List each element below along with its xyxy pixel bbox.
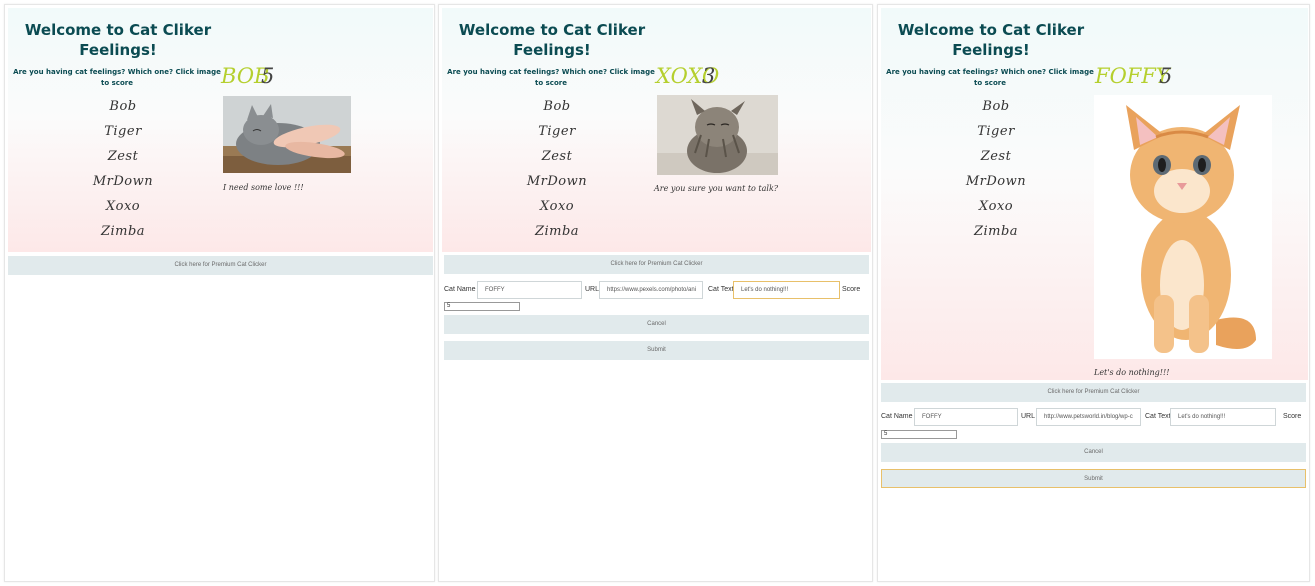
- page-subtitle: Are you having cat feelings? Which one? …: [13, 68, 221, 87]
- selected-cat-score: 5: [261, 64, 275, 88]
- url-label: URL: [585, 286, 600, 293]
- cat-list: Bob Tiger Zest MrDown Xoxo Zimba: [941, 94, 1051, 244]
- admin-form: Cat Name FOFFY URL http://www.petsworld.…: [881, 408, 1309, 426]
- score-label: Score: [1283, 413, 1302, 420]
- cat-list-item-xoxo[interactable]: Xoxo: [941, 194, 1051, 219]
- hero-section: Welcome to Cat Cliker Feelings! Are you …: [442, 8, 871, 252]
- cat-list-item-bob[interactable]: Bob: [941, 94, 1051, 119]
- score-label: Score: [842, 286, 861, 293]
- cat-list-item-tiger[interactable]: Tiger: [502, 119, 612, 144]
- cat-list-item-zimba[interactable]: Zimba: [941, 219, 1051, 244]
- panel-bob: Welcome to Cat Cliker Feelings! Are you …: [4, 4, 435, 582]
- cat-list-item-tiger[interactable]: Tiger: [941, 119, 1051, 144]
- orange-kitten-photo: [1094, 95, 1272, 359]
- cat-text-label: Cat Text: [708, 286, 734, 293]
- hero-section: Welcome to Cat Cliker Feelings! Are you …: [8, 8, 433, 252]
- cat-list-item-mrdown[interactable]: MrDown: [502, 169, 612, 194]
- page-title: Welcome to Cat Cliker Feelings!: [24, 21, 212, 59]
- cat-list-item-xoxo[interactable]: Xoxo: [502, 194, 612, 219]
- grey-cat-photo: [223, 96, 351, 173]
- score-input[interactable]: 5: [444, 302, 520, 311]
- selected-cat-score: 5: [1159, 64, 1173, 88]
- cat-list: Bob Tiger Zest MrDown Xoxo Zimba: [68, 94, 178, 244]
- cat-name-label: Cat Name: [444, 286, 476, 293]
- cat-list-item-mrdown[interactable]: MrDown: [941, 169, 1051, 194]
- fluffy-grey-cat-photo: [657, 95, 778, 175]
- cat-list-item-tiger[interactable]: Tiger: [68, 119, 178, 144]
- cat-list-item-zest[interactable]: Zest: [68, 144, 178, 169]
- cat-image-grey-cat[interactable]: [223, 96, 351, 173]
- cancel-button[interactable]: Cancel: [444, 315, 869, 334]
- cat-list-item-zimba[interactable]: Zimba: [68, 219, 178, 244]
- cancel-button[interactable]: Cancel: [881, 443, 1306, 462]
- cat-image-kitten[interactable]: [1094, 95, 1272, 359]
- submit-button[interactable]: Submit: [444, 341, 869, 360]
- cat-text: Let's do nothing!!!: [1094, 368, 1170, 377]
- cat-list-item-zest[interactable]: Zest: [941, 144, 1051, 169]
- cat-list-item-bob[interactable]: Bob: [68, 94, 178, 119]
- cat-list-item-zest[interactable]: Zest: [502, 144, 612, 169]
- cat-name-input[interactable]: FOFFY: [914, 408, 1018, 426]
- cat-name-input[interactable]: FOFFY: [477, 281, 582, 299]
- selected-cat-score: 3: [702, 64, 716, 88]
- submit-button[interactable]: Submit: [881, 469, 1306, 488]
- cat-text-input[interactable]: Let's do nothing!!!: [733, 281, 840, 299]
- url-input[interactable]: http://www.petsworld.in/blog/wp-c: [1036, 408, 1141, 426]
- cat-name-label: Cat Name: [881, 413, 913, 420]
- cat-text-input[interactable]: Let's do nothing!!!: [1170, 408, 1276, 426]
- premium-button[interactable]: Click here for Premium Cat Clicker: [8, 256, 433, 275]
- panel-foffy: Welcome to Cat Cliker Feelings! Are you …: [877, 4, 1310, 582]
- admin-form: Cat Name FOFFY URL https://www.pexels.co…: [444, 281, 872, 299]
- cat-list-item-xoxo[interactable]: Xoxo: [68, 194, 178, 219]
- cat-list-item-bob[interactable]: Bob: [502, 94, 612, 119]
- cat-text: I need some love !!!: [223, 183, 304, 192]
- page-title: Welcome to Cat Cliker Feelings!: [458, 21, 646, 59]
- premium-button[interactable]: Click here for Premium Cat Clicker: [444, 255, 869, 274]
- page-subtitle: Are you having cat feelings? Which one? …: [886, 68, 1094, 87]
- cat-text: Are you sure you want to talk?: [654, 184, 779, 193]
- cat-list-item-mrdown[interactable]: MrDown: [68, 169, 178, 194]
- cat-text-label: Cat Text: [1145, 413, 1171, 420]
- url-input[interactable]: https://www.pexels.com/photo/ani: [599, 281, 703, 299]
- page-subtitle: Are you having cat feelings? Which one? …: [447, 68, 655, 87]
- cat-list-item-zimba[interactable]: Zimba: [502, 219, 612, 244]
- hero-section: Welcome to Cat Cliker Feelings! Are you …: [881, 8, 1308, 380]
- cat-list: Bob Tiger Zest MrDown Xoxo Zimba: [502, 94, 612, 244]
- cat-image-fluffy-cat[interactable]: [657, 95, 778, 175]
- page-title: Welcome to Cat Cliker Feelings!: [897, 21, 1085, 59]
- score-input[interactable]: 5: [881, 430, 957, 439]
- panel-xoxo: Welcome to Cat Cliker Feelings! Are you …: [438, 4, 873, 582]
- premium-button[interactable]: Click here for Premium Cat Clicker: [881, 383, 1306, 402]
- url-label: URL: [1021, 413, 1036, 420]
